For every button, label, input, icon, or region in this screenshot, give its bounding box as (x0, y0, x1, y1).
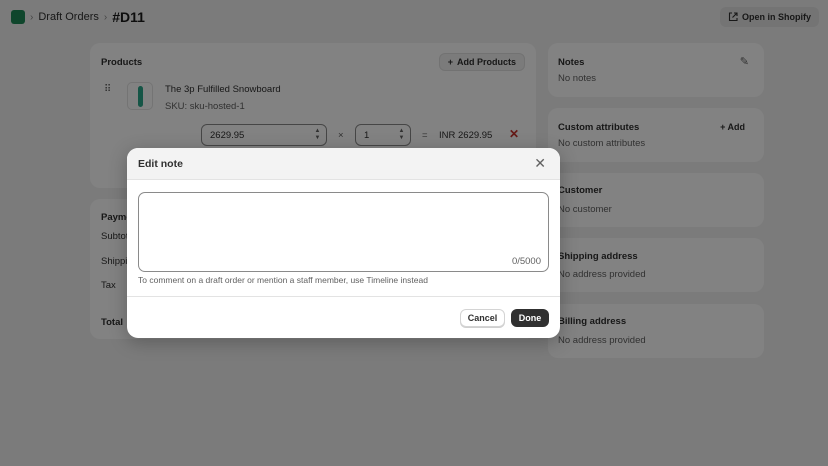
edit-note-modal: Edit note ✕ 0/5000 To comment on a draft… (127, 148, 560, 338)
cancel-button[interactable]: Cancel (460, 309, 505, 327)
note-textarea[interactable] (138, 192, 549, 272)
modal-header: Edit note ✕ (127, 148, 560, 180)
done-button[interactable]: Done (511, 309, 549, 327)
modal-title: Edit note (138, 158, 183, 170)
modal-footer: Cancel Done (127, 296, 560, 338)
character-count: 0/5000 (511, 256, 541, 267)
note-help-text: To comment on a draft order or mention a… (138, 275, 428, 285)
close-icon[interactable]: ✕ (534, 156, 546, 170)
